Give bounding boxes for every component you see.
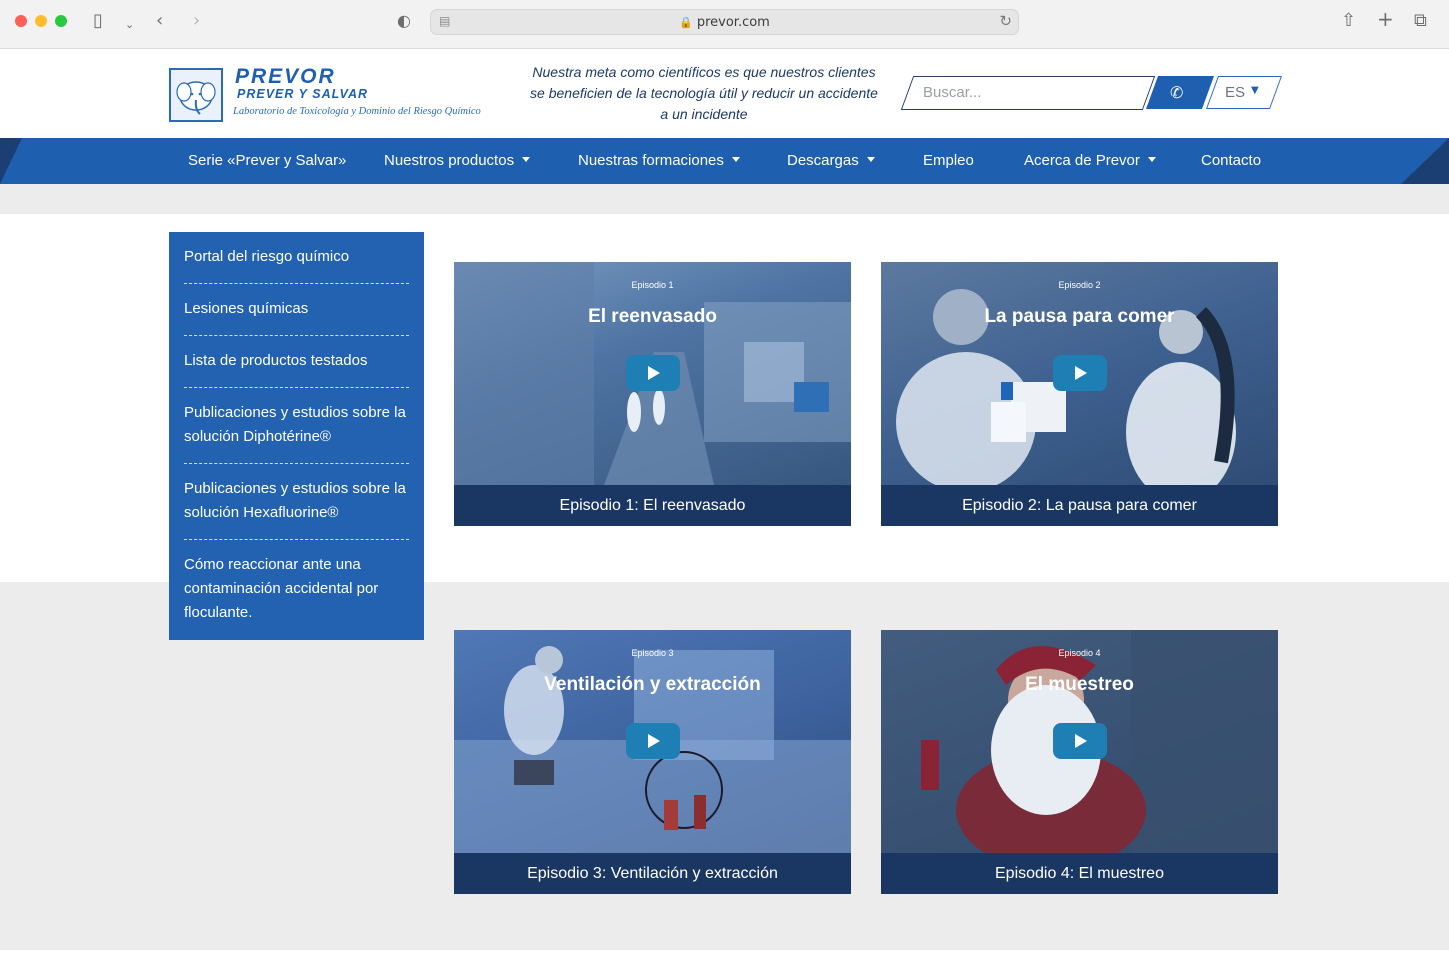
video-caption[interactable]: Episodio 3: Ventilación y extracción bbox=[454, 853, 851, 894]
maximize-window-button[interactable] bbox=[55, 15, 67, 27]
new-tab-icon[interactable]: + bbox=[1377, 9, 1394, 29]
back-icon[interactable]: ‹ bbox=[156, 11, 163, 31]
episode-title: Ventilación y extracción bbox=[544, 674, 761, 695]
browser-toolbar: ▯ ⌄ ‹ › ◐ ▤ 🔒 prevor.com ↻ ⇧ + ⧉ bbox=[0, 0, 1449, 49]
sidebar-toggle-icon[interactable]: ▯ bbox=[93, 11, 103, 31]
url-text: prevor.com bbox=[696, 15, 770, 30]
episode-title: El muestreo bbox=[1025, 674, 1134, 695]
nav-left-accent bbox=[0, 138, 22, 184]
play-icon[interactable] bbox=[1053, 355, 1107, 391]
logo-title[interactable]: PREVOR bbox=[235, 65, 336, 89]
episode-title: El reenvasado bbox=[588, 306, 717, 327]
search-placeholder[interactable]: Buscar... bbox=[923, 84, 981, 101]
caret-down-icon[interactable]: ▼ bbox=[1251, 85, 1259, 96]
episode-title: La pausa para comer bbox=[984, 306, 1175, 327]
episode-label: Episodio 3 bbox=[631, 648, 674, 658]
share-icon[interactable]: ⇧ bbox=[1341, 11, 1356, 31]
sidebar-item-hexafluorine[interactable]: Publicaciones y estudios sobre la soluci… bbox=[184, 464, 409, 540]
nav-item-serie[interactable]: Serie «Prever y Salvar» bbox=[188, 152, 346, 169]
video-thumbnail[interactable]: Episodio 2 La pausa para comer bbox=[881, 262, 1278, 485]
lock-icon: 🔒 bbox=[679, 16, 693, 29]
video-thumbnail[interactable]: Episodio 1 El reenvasado bbox=[454, 262, 851, 485]
language-label[interactable]: ES bbox=[1225, 84, 1245, 101]
caret-down-icon bbox=[522, 156, 531, 162]
sidebar-menu: Portal del riesgo químico Lesiones quími… bbox=[169, 232, 424, 640]
privacy-shield-icon[interactable]: ◐ bbox=[397, 11, 411, 31]
video-card[interactable]: Episodio 2 La pausa para comer Episodio … bbox=[881, 262, 1278, 526]
elephant-logo-icon[interactable] bbox=[169, 68, 223, 122]
nav-item-acerca[interactable]: Acerca de Prevor bbox=[1024, 152, 1156, 169]
bottom-white-band bbox=[0, 950, 1449, 969]
video-thumbnail[interactable]: Episodio 3 Ventilación y extracción bbox=[454, 630, 851, 853]
sidebar-item-lista[interactable]: Lista de productos testados bbox=[184, 336, 409, 388]
play-icon[interactable] bbox=[626, 355, 680, 391]
nav-item-descargas[interactable]: Descargas bbox=[787, 152, 875, 169]
nav-right-accent bbox=[1401, 138, 1449, 184]
episode-label: Episodio 1 bbox=[631, 280, 674, 290]
video-card[interactable]: Episodio 4 El muestreo Episodio 4: El mu… bbox=[881, 630, 1278, 894]
caret-down-icon bbox=[1147, 156, 1156, 162]
reload-icon[interactable]: ↻ bbox=[999, 12, 1012, 30]
caret-down-icon bbox=[731, 156, 740, 162]
logo-tagline: Laboratorio de Toxicología y Dominio del… bbox=[233, 106, 481, 117]
sidebar-item-lesiones[interactable]: Lesiones químicas bbox=[184, 284, 409, 336]
logo-subtitle[interactable]: PREVER Y SALVAR bbox=[237, 87, 368, 101]
sidebar-item-floculante[interactable]: Cómo reaccionar ante una contaminación a… bbox=[184, 540, 409, 639]
main-nav: Serie «Prever y Salvar» Nuestros product… bbox=[0, 138, 1449, 184]
video-caption[interactable]: Episodio 4: El muestreo bbox=[881, 853, 1278, 894]
sidebar-item-portal[interactable]: Portal del riesgo químico bbox=[184, 232, 409, 284]
address-bar[interactable]: ▤ 🔒 prevor.com ↻ bbox=[430, 9, 1019, 35]
phone-icon[interactable]: ✆ bbox=[1170, 83, 1183, 102]
video-thumbnail[interactable]: Episodio 4 El muestreo bbox=[881, 630, 1278, 853]
mission-statement: Nuestra meta como científicos es que nue… bbox=[530, 64, 878, 122]
forward-icon[interactable]: › bbox=[193, 11, 200, 31]
chevron-down-icon[interactable]: ⌄ bbox=[125, 15, 134, 35]
episode-label: Episodio 2 bbox=[1058, 280, 1101, 290]
site-header: PREVOR PREVER Y SALVAR Laboratorio de To… bbox=[0, 49, 1449, 138]
nav-item-empleo[interactable]: Empleo bbox=[923, 152, 974, 169]
video-caption[interactable]: Episodio 2: La pausa para comer bbox=[881, 485, 1278, 526]
play-icon[interactable] bbox=[626, 723, 680, 759]
close-window-button[interactable] bbox=[15, 15, 27, 27]
video-caption[interactable]: Episodio 1: El reenvasado bbox=[454, 485, 851, 526]
play-icon[interactable] bbox=[1053, 723, 1107, 759]
video-card[interactable]: Episodio 1 El reenvasado Episodio 1: El … bbox=[454, 262, 851, 526]
nav-item-productos[interactable]: Nuestros productos bbox=[384, 152, 531, 169]
video-card[interactable]: Episodio 3 Ventilación y extracción Epis… bbox=[454, 630, 851, 894]
nav-item-contacto[interactable]: Contacto bbox=[1201, 152, 1261, 169]
top-gray-band bbox=[0, 184, 1449, 214]
sidebar-item-diphoterine[interactable]: Publicaciones y estudios sobre la soluci… bbox=[184, 388, 409, 464]
nav-item-formaciones[interactable]: Nuestras formaciones bbox=[578, 152, 740, 169]
caret-down-icon bbox=[866, 156, 875, 162]
minimize-window-button[interactable] bbox=[35, 15, 47, 27]
episode-label: Episodio 4 bbox=[1058, 648, 1101, 658]
tab-overview-icon[interactable]: ⧉ bbox=[1414, 11, 1427, 31]
